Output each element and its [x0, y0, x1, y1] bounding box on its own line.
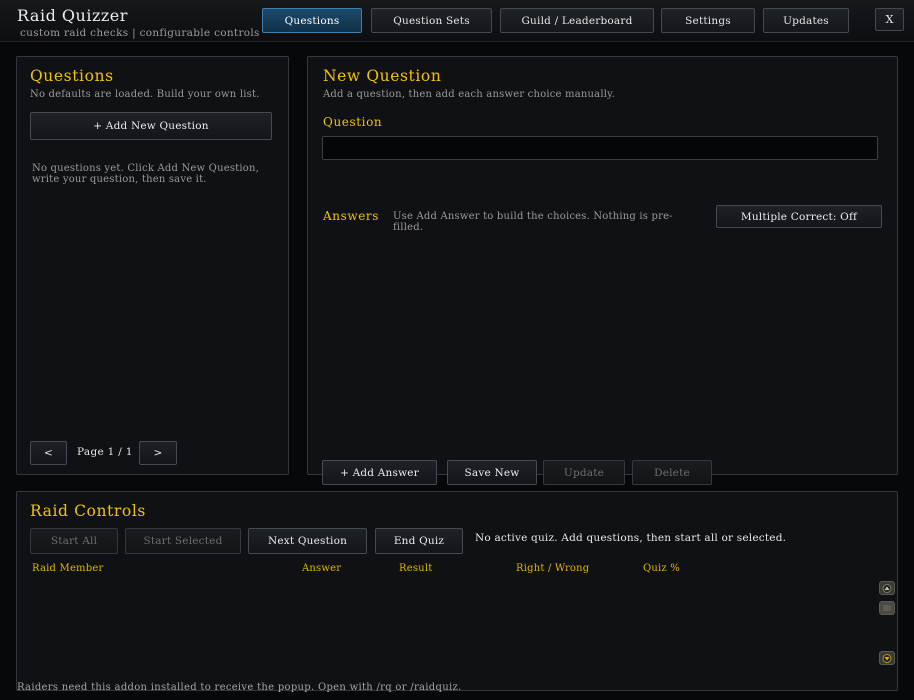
tab-questions[interactable]: Questions [262, 8, 362, 33]
scroll-down-button[interactable] [879, 651, 895, 665]
question-input[interactable] [322, 136, 878, 160]
start-all-button[interactable]: Start All [30, 528, 118, 554]
end-quiz-button[interactable]: End Quiz [375, 528, 463, 554]
answers-label: Answers [323, 209, 380, 223]
next-page-button[interactable]: > [139, 441, 177, 465]
update-button[interactable]: Update [543, 460, 625, 485]
questions-empty-line-1: No questions yet. Click Add New Question… [32, 163, 260, 174]
column-result[interactable]: Result [399, 563, 432, 574]
delete-button[interactable]: Delete [632, 460, 712, 485]
answers-hint-line-2: filled. [393, 221, 424, 233]
app-title: Raid Quizzer [17, 6, 128, 25]
column-quiz-percent[interactable]: Quiz % [643, 563, 680, 574]
quiz-status-text: No active quiz. Add questions, then star… [475, 532, 787, 544]
raid-controls-title: Raid Controls [30, 502, 146, 520]
start-selected-button[interactable]: Start Selected [125, 528, 241, 554]
column-right-wrong[interactable]: Right / Wrong [516, 563, 589, 574]
app-subtitle: custom raid checks | configurable contro… [20, 27, 260, 39]
raid-controls-panel: Raid Controls [16, 491, 898, 691]
question-editor-panel: New Question Add a question, then add ea… [307, 56, 898, 475]
scroll-down-icon [882, 653, 892, 663]
questions-panel-subtitle: No defaults are loaded. Build your own l… [30, 89, 260, 100]
prev-page-button[interactable]: < [30, 441, 67, 465]
questions-panel-title: Questions [30, 67, 114, 85]
tab-settings[interactable]: Settings [661, 8, 755, 33]
close-button[interactable]: X [875, 8, 904, 31]
questions-empty-line-2: write your question, then save it. [32, 173, 207, 185]
questions-empty-state: No questions yet. Click Add New Question… [32, 163, 260, 185]
tab-guild-leaderboard[interactable]: Guild / Leaderboard [500, 8, 654, 33]
tab-updates[interactable]: Updates [763, 8, 849, 33]
questions-panel: Questions No defaults are loaded. Build … [16, 56, 289, 475]
tab-question-sets[interactable]: Question Sets [371, 8, 492, 33]
editor-subtitle: Add a question, then add each answer cho… [323, 89, 616, 100]
answers-hint-line-1: Use Add Answer to build the choices. Not… [393, 211, 673, 222]
answers-hint: Use Add Answer to build the choices. Not… [393, 211, 673, 233]
page-indicator: Page 1 / 1 [77, 446, 133, 458]
column-raid-member[interactable]: Raid Member [32, 563, 103, 574]
add-answer-button[interactable]: + Add Answer [322, 460, 437, 485]
multiple-correct-toggle[interactable]: Multiple Correct: Off [716, 205, 882, 228]
column-answer[interactable]: Answer [302, 563, 341, 574]
scroll-thumb-icon [883, 605, 891, 611]
save-new-button[interactable]: Save New [447, 460, 537, 485]
title-bar: Raid Quizzer custom raid checks | config… [0, 0, 914, 42]
scroll-up-button[interactable] [879, 581, 895, 595]
footer-note: Raiders need this addon installed to rec… [17, 682, 462, 693]
editor-title: New Question [323, 67, 442, 85]
question-label: Question [323, 115, 383, 129]
add-new-question-button[interactable]: + Add New Question [30, 112, 272, 140]
scroll-thumb[interactable] [879, 601, 895, 615]
next-question-button[interactable]: Next Question [248, 528, 367, 554]
scroll-up-icon [882, 583, 892, 593]
